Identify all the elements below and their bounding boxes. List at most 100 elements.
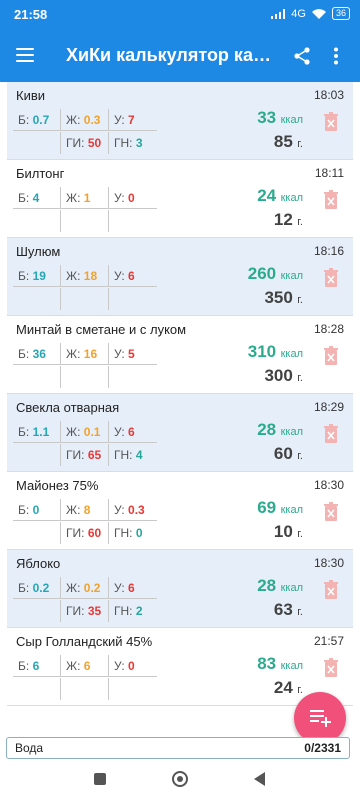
back-icon[interactable] bbox=[254, 772, 265, 786]
carbs-cell: У: 6 bbox=[109, 265, 157, 287]
entry-time: 18:11 bbox=[314, 166, 344, 180]
entry-name: Свекла отварная bbox=[16, 400, 120, 415]
gi-cell: ГИ: 65 bbox=[61, 444, 109, 466]
trash-icon[interactable] bbox=[323, 346, 339, 366]
empty-cell bbox=[109, 366, 157, 388]
page-title: ХиКи калькулятор калорий bbox=[66, 45, 276, 65]
food-entry[interactable]: Шулюм 18:16 Б: 19 Ж: 18 У: 6 260 ккал 35… bbox=[7, 238, 353, 316]
empty-cell bbox=[61, 210, 109, 232]
protein-cell: Б: 0.7 bbox=[13, 109, 61, 131]
carbs-cell: У: 0.3 bbox=[109, 499, 157, 521]
grams: 300 г. bbox=[264, 366, 303, 385]
water-bar[interactable]: Вода 0/2331 bbox=[6, 737, 350, 759]
carbs-cell: У: 5 bbox=[109, 343, 157, 365]
home-icon[interactable] bbox=[172, 771, 188, 787]
calories: 28 ккал bbox=[257, 576, 303, 595]
hamburger-icon[interactable] bbox=[16, 48, 34, 62]
fat-cell: Ж: 16 bbox=[61, 343, 109, 365]
water-label: Вода bbox=[15, 741, 44, 755]
share-icon[interactable] bbox=[292, 46, 312, 66]
empty-cell bbox=[109, 210, 157, 232]
food-entry[interactable]: Яблоко 18:30 Б: 0.2 Ж: 0.2 У: 6 ГИ: 35 Г… bbox=[7, 550, 353, 628]
carbs-cell: У: 0 bbox=[109, 187, 157, 209]
entry-name: Яблоко bbox=[16, 556, 61, 571]
empty-cell bbox=[109, 288, 157, 310]
grams: 60 г. bbox=[273, 444, 303, 463]
food-entry[interactable]: Билтонг 18:11 Б: 4 Ж: 1 У: 0 24 ккал 12 … bbox=[7, 160, 353, 238]
carbs-cell: У: 7 bbox=[109, 109, 157, 131]
gn-cell: ГН: 2 bbox=[114, 604, 143, 618]
entry-name: Минтай в сметане и с луком bbox=[16, 322, 187, 337]
empty-cell bbox=[13, 288, 61, 310]
protein-cell: Б: 0 bbox=[13, 499, 61, 521]
fat-cell: Ж: 18 bbox=[61, 265, 109, 287]
carbs-cell: У: 0 bbox=[109, 655, 157, 677]
trash-icon[interactable] bbox=[323, 268, 339, 288]
empty-cell bbox=[13, 444, 61, 466]
signal-icon bbox=[271, 8, 286, 19]
system-nav-bar bbox=[0, 762, 360, 800]
gi-cell: ГИ: 35 bbox=[61, 600, 109, 622]
grams: 350 г. bbox=[264, 288, 303, 307]
carbs-cell: У: 6 bbox=[109, 421, 157, 443]
food-entry-list: Киви 18:03 Б: 0.7 Ж: 0.3 У: 7 ГИ: 50 ГН:… bbox=[7, 82, 353, 718]
fat-cell: Ж: 0.2 bbox=[61, 577, 109, 599]
trash-icon[interactable] bbox=[323, 658, 339, 678]
empty-cell bbox=[109, 678, 157, 700]
entry-time: 18:28 bbox=[313, 322, 344, 336]
food-entry[interactable]: Минтай в сметане и с луком 18:28 Б: 36 Ж… bbox=[7, 316, 353, 394]
empty-cell bbox=[61, 366, 109, 388]
empty-cell bbox=[13, 522, 61, 544]
food-entry[interactable]: Майонез 75% 18:30 Б: 0 Ж: 8 У: 0.3 ГИ: 6… bbox=[7, 472, 353, 550]
network-badge: 4G bbox=[291, 7, 306, 20]
trash-icon[interactable] bbox=[323, 502, 339, 522]
gi-cell: ГИ: 60 bbox=[61, 522, 109, 544]
protein-cell: Б: 36 bbox=[13, 343, 61, 365]
empty-cell bbox=[61, 288, 109, 310]
grams: 10 г. bbox=[273, 522, 303, 541]
trash-icon[interactable] bbox=[323, 190, 339, 210]
protein-cell: Б: 0.2 bbox=[13, 577, 61, 599]
protein-cell: Б: 4 bbox=[13, 187, 61, 209]
trash-icon[interactable] bbox=[323, 424, 339, 444]
trash-icon[interactable] bbox=[323, 112, 339, 132]
entry-name: Киви bbox=[16, 88, 46, 103]
food-entry[interactable]: Киви 18:03 Б: 0.7 Ж: 0.3 У: 7 ГИ: 50 ГН:… bbox=[7, 82, 353, 160]
fat-cell: Ж: 8 bbox=[61, 499, 109, 521]
entry-time: 21:57 bbox=[313, 634, 344, 648]
calories: 260 ккал bbox=[247, 264, 303, 283]
entry-name: Билтонг bbox=[16, 166, 65, 181]
recents-icon[interactable] bbox=[94, 773, 106, 785]
entry-time: 18:29 bbox=[313, 400, 344, 414]
entry-time: 18:16 bbox=[313, 244, 344, 258]
carbs-cell: У: 6 bbox=[109, 577, 157, 599]
app-bar: ХиКи калькулятор калорий bbox=[0, 30, 360, 82]
more-vert-icon[interactable] bbox=[330, 46, 342, 66]
trash-icon[interactable] bbox=[323, 580, 339, 600]
calories: 33 ккал bbox=[257, 108, 303, 127]
calories: 24 ккал bbox=[257, 186, 303, 205]
protein-cell: Б: 1.1 bbox=[13, 421, 61, 443]
water-progress-value: 0/2331 bbox=[304, 741, 341, 755]
grams: 12 г. bbox=[273, 210, 303, 229]
food-entry[interactable]: Свекла отварная 18:29 Б: 1.1 Ж: 0.1 У: 6… bbox=[7, 394, 353, 472]
gn-cell: ГН: 0 bbox=[114, 526, 143, 540]
entry-name: Шулюм bbox=[16, 244, 61, 259]
battery-icon: 36 bbox=[331, 7, 350, 20]
fat-cell: Ж: 6 bbox=[61, 655, 109, 677]
calories: 28 ккал bbox=[257, 420, 303, 439]
entry-name: Сыр Голландский 45% bbox=[16, 634, 153, 649]
empty-cell bbox=[13, 678, 61, 700]
empty-cell bbox=[13, 132, 61, 154]
calories: 310 ккал bbox=[247, 342, 303, 361]
empty-cell bbox=[13, 210, 61, 232]
calories: 83 ккал bbox=[257, 654, 303, 673]
wifi-icon bbox=[311, 8, 326, 19]
status-icons: 4G 36 bbox=[271, 7, 350, 20]
status-bar: 21:58 4G 36 bbox=[0, 0, 360, 30]
fat-cell: Ж: 1 bbox=[61, 187, 109, 209]
status-time: 21:58 bbox=[14, 7, 48, 22]
fat-cell: Ж: 0.1 bbox=[61, 421, 109, 443]
fat-cell: Ж: 0.3 bbox=[61, 109, 109, 131]
grams: 85 г. bbox=[273, 132, 303, 151]
